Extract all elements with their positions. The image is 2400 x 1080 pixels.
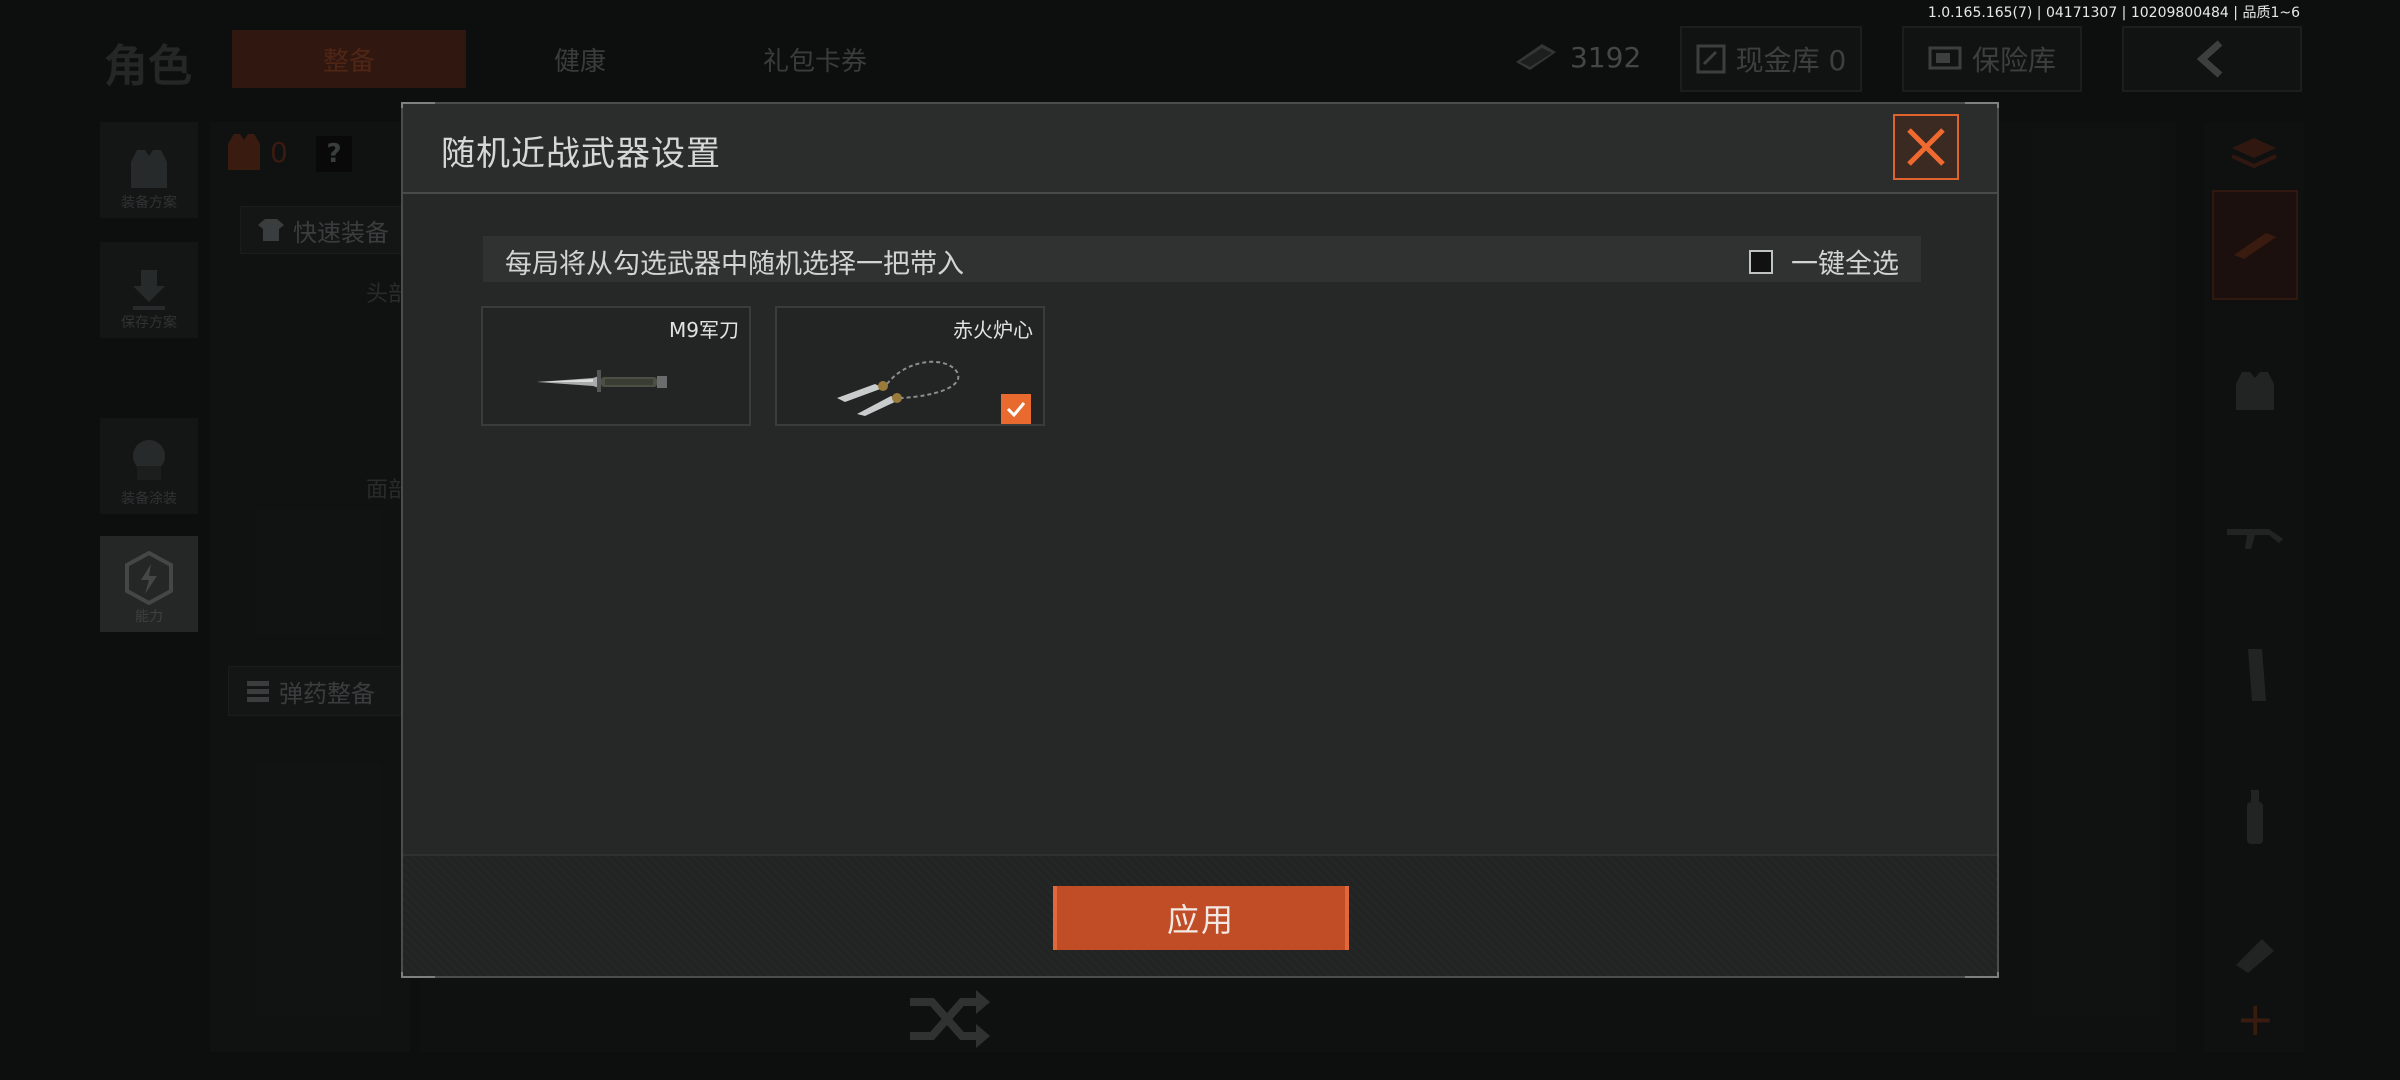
select-all-label: 一键全选 <box>1791 249 1899 280</box>
random-info-text: 每局将从勾选武器中随机选择一把带入 <box>505 249 964 280</box>
info-bar: 每局将从勾选武器中随机选择一把带入 一键全选 <box>483 236 1921 282</box>
dialog-header: 随机近战武器设置 <box>403 104 1997 194</box>
weapon-card-chihuo[interactable]: 赤火炉心 <box>775 306 1045 426</box>
select-all-toggle[interactable]: 一键全选 <box>1749 242 1899 281</box>
close-icon <box>1907 128 1945 166</box>
dialog-title: 随机近战武器设置 <box>441 134 721 174</box>
knife-icon <box>537 370 667 392</box>
checkmark-icon <box>1006 402 1026 417</box>
chain-blades-icon <box>837 360 960 416</box>
dialog-footer: 应用 <box>403 854 1997 976</box>
weapon-card-m9[interactable]: M9军刀 <box>481 306 751 426</box>
random-melee-dialog: 随机近战武器设置 每局将从勾选武器中随机选择一把带入 一键全选 M9军刀 赤火炉… <box>401 102 1999 978</box>
apply-button[interactable]: 应用 <box>1053 886 1349 950</box>
version-info: 1.0.165.165(7) | 04171307 | 10209800484 … <box>1927 5 2300 21</box>
checked-indicator[interactable] <box>1001 394 1031 424</box>
select-all-checkbox[interactable] <box>1749 249 1773 274</box>
close-button[interactable] <box>1893 114 1959 180</box>
